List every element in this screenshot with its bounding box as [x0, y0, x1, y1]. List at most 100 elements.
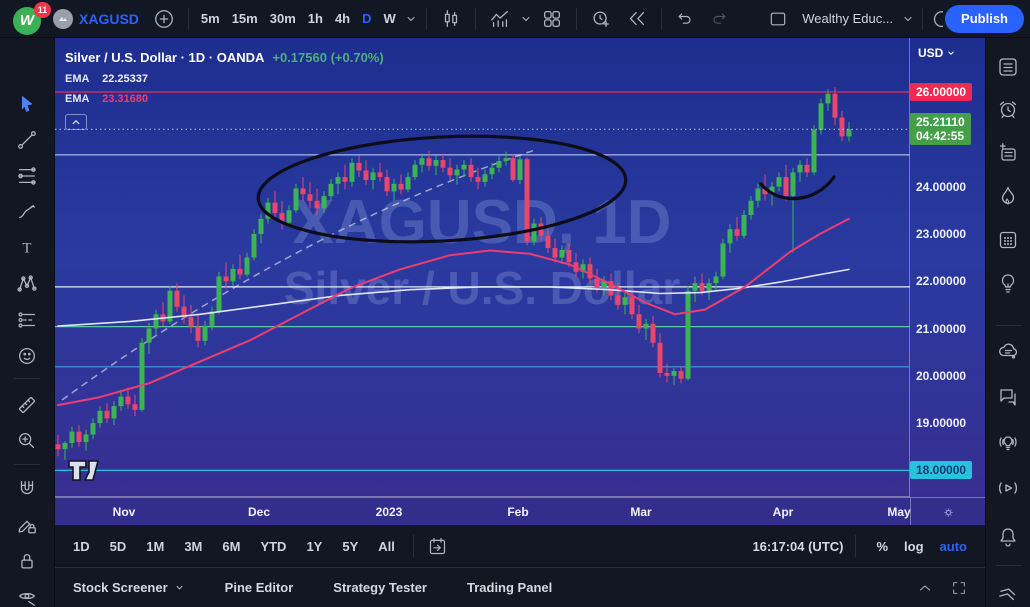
- layout-grid-button[interactable]: [534, 5, 570, 33]
- range-5y[interactable]: 5Y: [334, 535, 366, 558]
- indicator-label: EMA: [65, 93, 90, 105]
- separator: [922, 7, 924, 30]
- go-to-date-button[interactable]: [420, 532, 455, 560]
- range-all[interactable]: All: [370, 535, 403, 558]
- time-axis-label: Apr: [772, 504, 794, 519]
- timeframe-15m[interactable]: 15m: [226, 5, 264, 33]
- time-axis[interactable]: Nov Dec 2023 Feb Mar Apr May: [55, 497, 985, 526]
- clock-timezone-button[interactable]: 16:17:04 (UTC): [752, 539, 843, 554]
- strategy-tester-button[interactable]: Strategy Tester: [333, 580, 427, 595]
- trading-panel-button[interactable]: Trading Panel: [467, 580, 552, 595]
- date-range-group: 1D 5D 1M 3M 6M YTD 1Y 5Y All: [65, 535, 407, 558]
- timeframe-1h[interactable]: 1h: [302, 5, 329, 33]
- trend-line-tool-button[interactable]: [10, 123, 44, 157]
- timeframe-group: 5m 15m 30m 1h 4h D W: [195, 5, 402, 33]
- hotlists-button[interactable]: [991, 179, 1025, 213]
- brush-tool-button[interactable]: [10, 195, 44, 229]
- lock-all-drawings-button[interactable]: [10, 544, 44, 578]
- chart-style-candles-button[interactable]: [433, 5, 469, 33]
- chart-title-button[interactable]: Silver / U.S. Dollar · 1D · OANDA +0.1756…: [65, 50, 384, 65]
- silver-symbol-icon: [53, 8, 73, 29]
- right-sidebar: [985, 38, 1030, 607]
- log-scale-button[interactable]: log: [896, 535, 932, 558]
- symbol-search-button[interactable]: XAGUSD: [46, 5, 146, 33]
- axis-settings-corner[interactable]: [910, 498, 985, 526]
- forecast-tool-button[interactable]: [10, 303, 44, 337]
- indicator-row-ema1[interactable]: EMA 22.25337: [65, 73, 384, 85]
- ideas-button[interactable]: [991, 266, 1025, 300]
- hide-drawings-button[interactable]: [10, 580, 44, 607]
- range-1y[interactable]: 1Y: [298, 535, 330, 558]
- symbol-name: XAGUSD: [79, 10, 139, 27]
- timeframe-dropdown-chevron[interactable]: [402, 5, 420, 33]
- timeframe-w[interactable]: W: [378, 5, 402, 33]
- range-1d[interactable]: 1D: [65, 535, 98, 558]
- chart-canvas[interactable]: XAGUSD, 1D Silver / U.S. Dollar Silver /…: [55, 38, 910, 497]
- notifications-bell-button[interactable]: [991, 520, 1025, 554]
- create-alert-button[interactable]: [583, 5, 619, 33]
- chart-title: Silver / U.S. Dollar · 1D · OANDA: [65, 50, 265, 65]
- price-tick-label: 24.00000: [916, 179, 967, 194]
- snapshot-icon[interactable]: [929, 5, 944, 33]
- price-scale[interactable]: USD 24.00000 23.00000 22.00000 21.00000 20.0…: [910, 38, 985, 497]
- timeframe-d[interactable]: D: [356, 5, 377, 33]
- save-layout-box-icon[interactable]: [761, 5, 795, 33]
- indicators-dropdown-chevron[interactable]: [518, 5, 534, 33]
- range-3m[interactable]: 3M: [176, 535, 210, 558]
- indicator-row-ema2[interactable]: EMA 23.31680: [65, 93, 384, 105]
- streams-button[interactable]: [991, 471, 1025, 505]
- indicator-label: EMA: [65, 73, 90, 85]
- zoom-in-tool-button[interactable]: [10, 424, 44, 458]
- layout-name-button[interactable]: Wealthy Educ...: [795, 5, 900, 33]
- emoji-tool-button[interactable]: [10, 339, 44, 373]
- percent-scale-button[interactable]: %: [868, 535, 896, 558]
- timeframe-30m[interactable]: 30m: [264, 5, 302, 33]
- stock-screener-button[interactable]: Stock Screener: [73, 580, 185, 595]
- alerts-button[interactable]: [991, 93, 1025, 127]
- indicator-value: 22.25337: [102, 73, 148, 85]
- price-scale-currency-button[interactable]: USD: [918, 46, 956, 60]
- range-5d[interactable]: 5D: [102, 535, 135, 558]
- watchlist-button[interactable]: [991, 50, 1025, 84]
- minds-button[interactable]: [991, 335, 1025, 369]
- fib-retracement-tool-button[interactable]: [10, 159, 44, 193]
- chart-pane: XAGUSD, 1D Silver / U.S. Dollar Silver /…: [55, 38, 985, 526]
- publish-button[interactable]: Publish: [945, 4, 1024, 33]
- timeframe-4h[interactable]: 4h: [329, 5, 356, 33]
- text-tool-button[interactable]: T: [10, 231, 44, 265]
- magnet-mode-button[interactable]: [10, 472, 44, 506]
- redo-button[interactable]: [702, 5, 736, 33]
- xabcd-pattern-tool-button[interactable]: [10, 267, 44, 301]
- cursor-tool-button[interactable]: [10, 87, 44, 121]
- timeframe-5m[interactable]: 5m: [195, 5, 226, 33]
- price-tick-label: 20.00000: [916, 368, 967, 383]
- bottom-range-toolbar: 1D 5D 1M 3M 6M YTD 1Y 5Y All 16:17:04 (UTC) % lo…: [55, 525, 985, 567]
- drawing-mode-lock-button[interactable]: [10, 508, 44, 542]
- pine-editor-button[interactable]: Pine Editor: [225, 580, 294, 595]
- drawing-toolbar: T: [0, 38, 55, 607]
- chat-button[interactable]: [991, 380, 1025, 414]
- auto-scale-button[interactable]: auto: [932, 535, 975, 558]
- chevron-down-icon: [176, 585, 183, 590]
- main-menu-button[interactable]: W 11: [6, 1, 51, 36]
- live-ideas-button[interactable]: [991, 425, 1025, 459]
- tradingview-watermark-logo: [67, 458, 111, 487]
- bar-replay-button[interactable]: [619, 5, 655, 33]
- layout-dropdown-chevron[interactable]: [900, 5, 916, 33]
- expand-panel-button[interactable]: [917, 580, 933, 596]
- range-ytd[interactable]: YTD: [252, 535, 294, 558]
- legend-collapse-button[interactable]: [65, 114, 87, 130]
- indicators-button[interactable]: [482, 5, 518, 33]
- time-axis-label: Mar: [630, 504, 652, 519]
- collapse-sidebar-button[interactable]: [991, 575, 1025, 607]
- separator: [412, 535, 414, 557]
- range-6m[interactable]: 6M: [214, 535, 248, 558]
- range-1m[interactable]: 1M: [138, 535, 172, 558]
- undo-button[interactable]: [668, 5, 702, 33]
- separator: [14, 378, 40, 379]
- compare-add-symbol-button[interactable]: [146, 5, 182, 33]
- data-window-button[interactable]: [991, 136, 1025, 170]
- measure-tool-button[interactable]: [10, 388, 44, 422]
- calendar-button[interactable]: [991, 223, 1025, 257]
- fullscreen-button[interactable]: [951, 580, 967, 596]
